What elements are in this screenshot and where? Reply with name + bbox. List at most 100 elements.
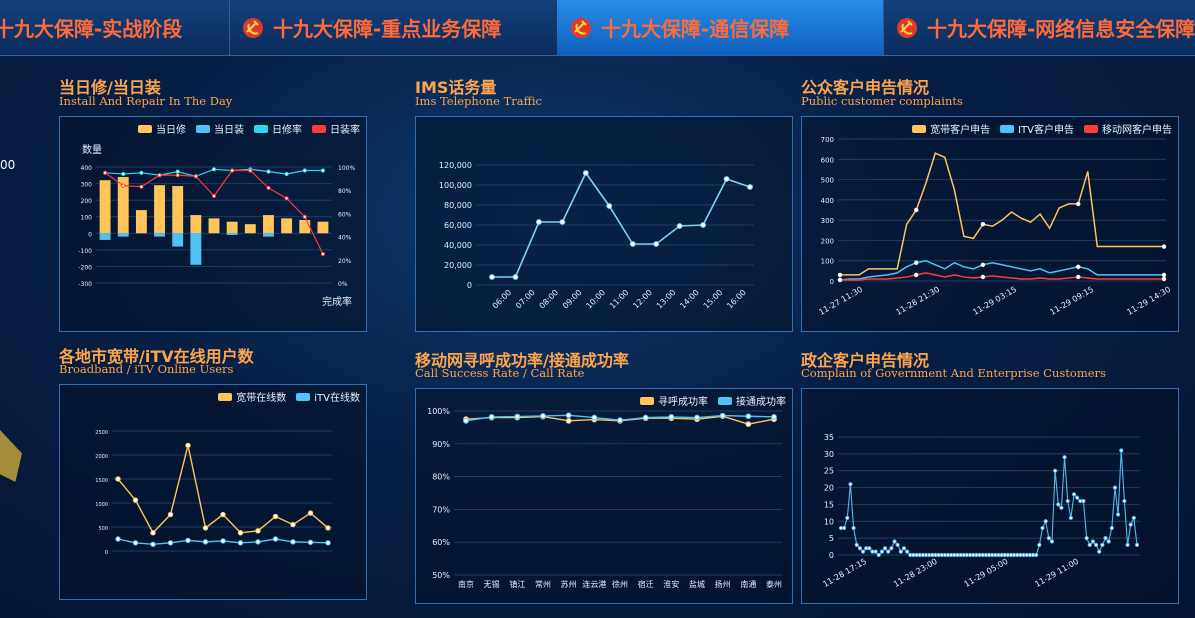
data-point: [167, 540, 174, 546]
y-tick-label: 0: [829, 551, 834, 560]
bar: [281, 218, 293, 234]
x-tick-label: 镇江: [509, 579, 525, 589]
data-point: [629, 241, 636, 247]
y2-tick-label: 100%: [338, 165, 355, 172]
data-point: [230, 168, 235, 173]
data-point: [876, 552, 881, 558]
bar: [117, 233, 129, 237]
data-point: [307, 510, 314, 516]
x-tick-label: 11-29 14:30: [1125, 285, 1172, 317]
y2-tick-label: 40%: [338, 235, 352, 242]
data-point: [1161, 276, 1167, 282]
data-point: [1034, 552, 1039, 558]
data-point: [514, 413, 521, 420]
data-point: [837, 272, 843, 278]
x-tick-label: 11-28 21:30: [894, 285, 941, 317]
data-point: [1134, 542, 1140, 547]
x-tick-label: 09:00: [561, 288, 584, 311]
data-point: [882, 546, 888, 551]
data-point: [488, 414, 495, 420]
y-tick-label: 0: [467, 281, 472, 290]
bar: [172, 233, 184, 247]
data-point: [150, 541, 156, 547]
y-tick-label: 60%: [432, 538, 450, 547]
data-point: [723, 176, 730, 182]
y-tick-label: 400: [821, 197, 834, 205]
data-point: [980, 262, 986, 267]
tab-label: 十九大保障-通信保障: [601, 17, 790, 41]
data-point: [202, 525, 209, 531]
data-point: [860, 549, 866, 554]
data-point: [1084, 536, 1089, 541]
panel-subtitle: Install And Repair In The Day: [59, 94, 233, 108]
chart-svg: 700 600 500 400 300 200 100 011-27 11:30 11-28 2…: [817, 136, 1172, 317]
data-point: [700, 222, 706, 228]
bar: [244, 224, 256, 234]
data-point: [719, 412, 726, 419]
data-point: [121, 183, 126, 188]
bar: [263, 233, 274, 237]
data-point: [914, 260, 919, 265]
bar: [317, 221, 329, 234]
panel-subtitle: Complain of Government And Enterprise Cu…: [801, 366, 1106, 380]
chart-svg: 数量完成率 400 300 200 100 0 -100 -200 -300 100% 80% 60%…: [78, 143, 355, 308]
data-point: [540, 413, 546, 419]
data-point: [320, 251, 326, 257]
data-point: [676, 223, 683, 229]
data-point: [1106, 539, 1111, 544]
tab-network-security[interactable]: 十九大保障-网络信息安全保障: [883, 0, 1195, 55]
data-point: [220, 511, 226, 518]
y-tick-label: 20,000: [444, 261, 472, 270]
y-tick-label: 2500: [95, 430, 108, 436]
y-tick-label: 20: [824, 484, 834, 493]
data-point: [1097, 549, 1102, 554]
data-point: [1065, 498, 1070, 504]
x-tick-label: 11-29 09:15: [1048, 285, 1095, 317]
y-tick-label: 40,000: [444, 241, 472, 250]
data-point: [565, 412, 572, 419]
data-point: [901, 546, 907, 551]
y-axis-label: 数量: [82, 143, 102, 156]
tab-key-business[interactable]: 十九大保障-重点业务保障: [229, 0, 558, 55]
data-point: [1116, 512, 1121, 517]
y-tick-label: 300: [821, 217, 834, 225]
x-tick-label: 08:00: [538, 288, 561, 311]
data-point: [237, 540, 244, 546]
data-point: [284, 171, 289, 177]
x-tick-label: 16:00: [725, 288, 748, 311]
chart-online-users: 宽带在线数 iTV在线数 2500 2000 1500 1000 500 0: [59, 384, 367, 600]
data-point: [157, 173, 162, 178]
x-tick-label: 淮安: [663, 579, 679, 589]
data-point: [1046, 536, 1051, 541]
chart-call-success: 寻呼成功率 接通成功率 100% 90% 80% 70% 60% 50% 南京 无锡 镇江 常州苏…: [415, 388, 793, 604]
data-point: [272, 536, 279, 542]
data-point: [1075, 495, 1080, 500]
y-tick-label: 400: [81, 165, 93, 172]
bar: [172, 186, 184, 234]
y-tick-label: 1000: [95, 502, 108, 508]
data-point: [857, 546, 862, 551]
y-tick-label: 300: [81, 182, 93, 189]
data-point: [266, 185, 271, 190]
bar: [154, 185, 165, 234]
data-point: [1049, 539, 1055, 544]
x-tick-label: 11-28 17:15: [821, 557, 868, 589]
data-point: [302, 168, 307, 173]
data-point: [873, 549, 878, 554]
top-tab-bar: 十九大保障-实战阶段 十九大保障-重点业务保障 十九大保障-通信保障 十九大保障…: [0, 0, 1195, 56]
data-point: [1087, 542, 1092, 547]
y-tick-label: 0: [105, 550, 108, 556]
data-point: [167, 511, 174, 518]
data-point: [1109, 525, 1114, 531]
x-tick-label: 06:00: [491, 288, 514, 311]
y-tick-label: 500: [98, 526, 108, 532]
x-tick-label: 扬州: [715, 579, 731, 589]
data-point: [895, 542, 900, 547]
x-tick-label: 11-29 03:15: [971, 285, 1018, 317]
x-tick-label: 连云港: [582, 579, 606, 589]
side-number: 00: [0, 158, 16, 172]
tab-practical-stage[interactable]: 十九大保障-实战阶段: [0, 0, 230, 55]
tab-communication[interactable]: 十九大保障-通信保障: [557, 0, 884, 55]
data-point: [185, 537, 191, 544]
y2-tick-label: 20%: [338, 258, 352, 265]
